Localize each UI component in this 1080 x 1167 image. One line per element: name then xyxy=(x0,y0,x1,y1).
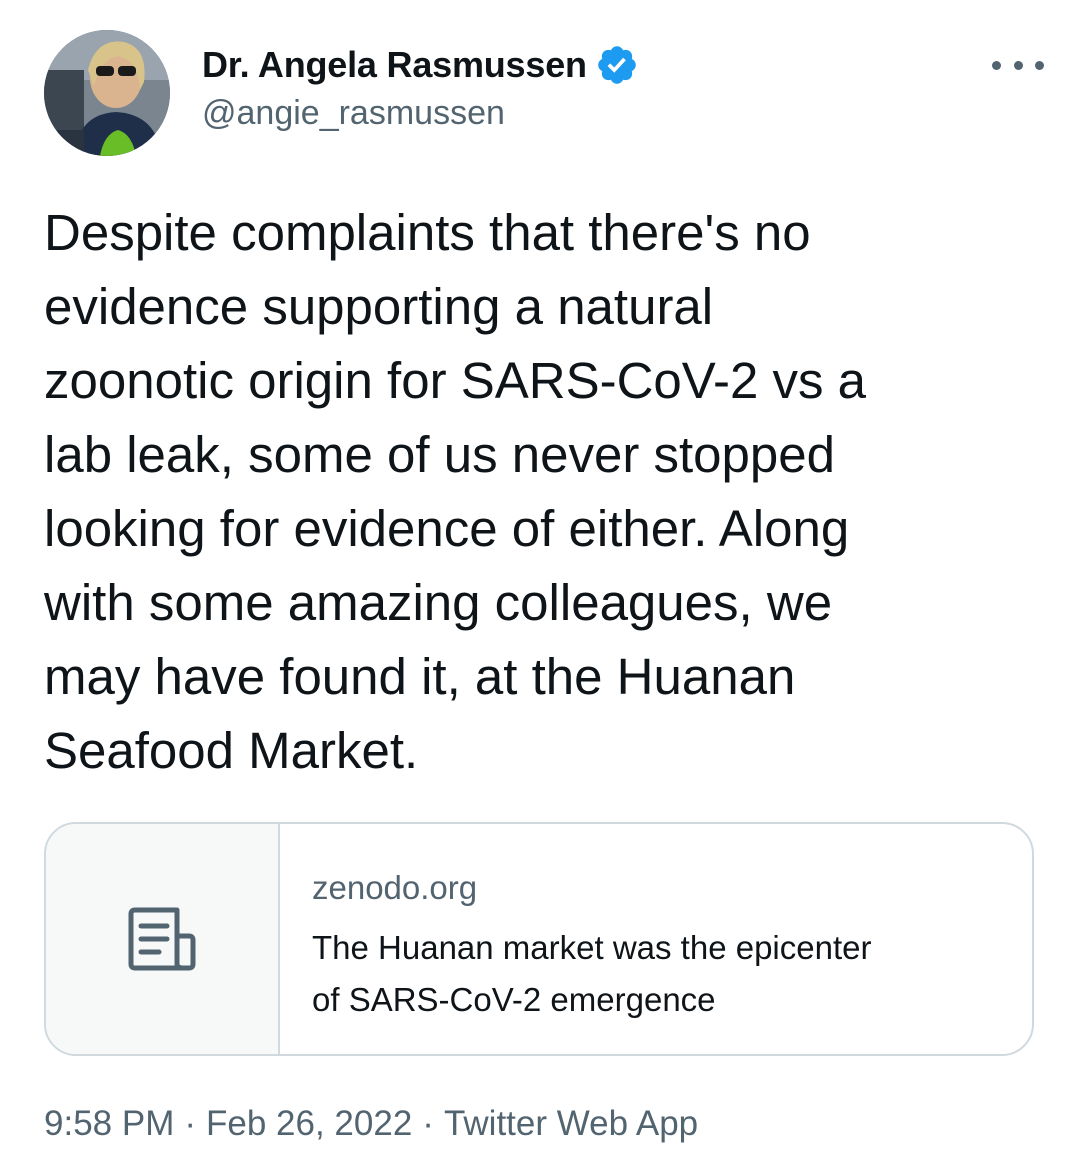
link-card[interactable]: zenodo.org The Huanan market was the epi… xyxy=(44,822,1034,1056)
avatar-image xyxy=(44,30,170,156)
tweet-header: Dr. Angela Rasmussen @angie_rasmussen xyxy=(44,30,1044,160)
more-dot xyxy=(1035,60,1044,70)
link-card-title: The Huanan market was the epicenter of S… xyxy=(312,929,872,1018)
tweet-meta: 9:58 PM · Feb 26, 2022 · Twitter Web App xyxy=(44,1104,698,1144)
meta-separator: · xyxy=(422,1104,434,1143)
display-name-row: Dr. Angela Rasmussen xyxy=(202,42,639,88)
author-handle[interactable]: @angie_rasmussen xyxy=(202,94,639,133)
author-names: Dr. Angela Rasmussen @angie_rasmussen xyxy=(202,42,639,133)
tweet-time[interactable]: 9:58 PM xyxy=(44,1104,174,1143)
display-name[interactable]: Dr. Angela Rasmussen xyxy=(202,44,587,86)
avatar[interactable] xyxy=(44,30,170,156)
tweet: Dr. Angela Rasmussen @angie_rasmussen De… xyxy=(0,0,1080,1167)
verified-badge-icon xyxy=(595,43,639,87)
tweet-text: Despite complaints that there's no evide… xyxy=(44,204,867,779)
more-options-icon[interactable] xyxy=(992,50,1044,80)
more-dot xyxy=(1013,60,1023,70)
link-card-body: zenodo.org The Huanan market was the epi… xyxy=(312,868,1002,1026)
more-dot xyxy=(992,60,1001,70)
link-card-thumbnail xyxy=(46,824,280,1054)
tweet-date[interactable]: Feb 26, 2022 xyxy=(206,1104,412,1143)
link-card-domain: zenodo.org xyxy=(312,869,478,906)
meta-separator: · xyxy=(184,1104,197,1143)
tweet-source[interactable]: Twitter Web App xyxy=(444,1104,698,1143)
document-icon xyxy=(128,907,196,971)
